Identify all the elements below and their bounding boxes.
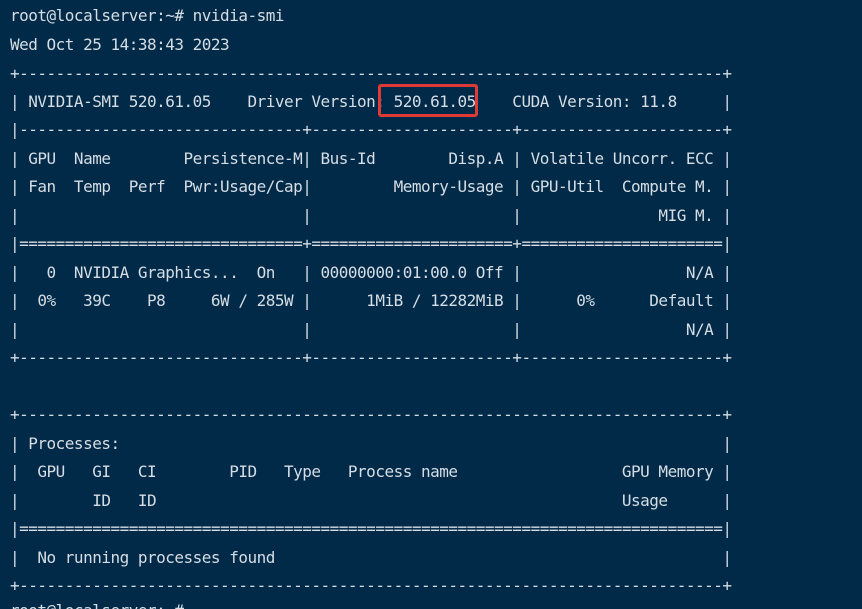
gpu-row: | 0 NVIDIA Graphics... On | 00000000:01:… — [10, 263, 732, 282]
processes-header: | GPU GI CI PID Type Process name GPU Me… — [10, 462, 732, 481]
no-processes-message: | No running processes found | — [10, 548, 732, 567]
output-line: |===============================+=======… — [10, 234, 732, 253]
processes-title: | Processes: | — [10, 434, 732, 453]
output-line: |=======================================… — [10, 519, 732, 538]
command-prompt: root@localserver:~# nvidia-smi — [10, 6, 284, 25]
header-line: | Fan Temp Perf Pwr:Usage/Cap| Memory-Us… — [10, 177, 732, 196]
output-line: +---------------------------------------… — [10, 64, 732, 83]
output-line: +---------------------------------------… — [10, 405, 732, 424]
terminal-window[interactable]: root@localserver:~# nvidia-smi Wed Oct 2… — [0, 0, 862, 609]
processes-header: | ID ID Usage | — [10, 491, 732, 510]
header-line: | | | MIG M. | — [10, 206, 732, 225]
gpu-row: | | | N/A | — [10, 320, 732, 339]
output-line: |-------------------------------+-------… — [10, 120, 732, 139]
header-line: | GPU Name Persistence-M| Bus-Id Disp.A … — [10, 149, 732, 168]
next-command-prompt: root@localserver:~# — [10, 599, 184, 609]
timestamp: Wed Oct 25 14:38:43 2023 — [10, 35, 230, 54]
gpu-row: | 0% 39C P8 6W / 285W | 1MiB / 12282MiB … — [10, 291, 732, 310]
output-line: +-------------------------------+-------… — [10, 348, 732, 367]
driver-version-line: | NVIDIA-SMI 520.61.05 Driver Version: 5… — [10, 92, 732, 111]
output-line: +---------------------------------------… — [10, 576, 732, 595]
